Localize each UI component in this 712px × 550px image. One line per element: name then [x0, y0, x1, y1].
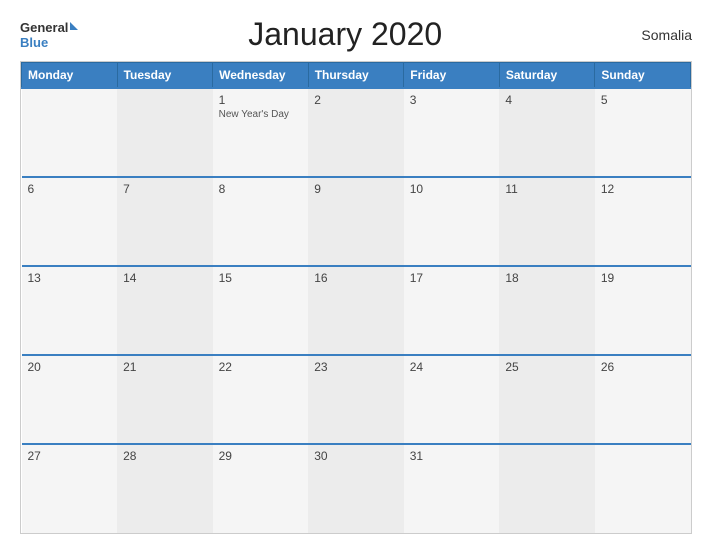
day-number: 25 [505, 360, 589, 374]
calendar-grid: Monday Tuesday Wednesday Thursday Friday… [20, 61, 692, 534]
day-number: 22 [219, 360, 303, 374]
day-cell-w4-d4: 23 [308, 355, 404, 444]
week-row-3: 13 14 15 16 17 18 19 [22, 266, 691, 355]
day-number: 11 [505, 182, 589, 196]
day-cell-w5-d2: 28 [117, 444, 213, 533]
day-cell-w4-d1: 20 [22, 355, 118, 444]
day-cell-w1-d3: 1 New Year's Day [213, 88, 309, 177]
day-cell-w1-d6: 4 [499, 88, 595, 177]
day-cell-w1-d1 [22, 88, 118, 177]
day-cell-w5-d4: 30 [308, 444, 404, 533]
day-number: 29 [219, 449, 303, 463]
day-cell-w5-d6 [499, 444, 595, 533]
day-number: 23 [314, 360, 398, 374]
day-number: 30 [314, 449, 398, 463]
day-number: 26 [601, 360, 685, 374]
day-cell-w3-d7: 19 [595, 266, 691, 355]
day-cell-w1-d4: 2 [308, 88, 404, 177]
day-cell-w3-d6: 18 [499, 266, 595, 355]
day-number: 5 [601, 93, 685, 107]
logo-line: General [20, 20, 78, 35]
day-cell-w4-d6: 25 [499, 355, 595, 444]
day-number: 4 [505, 93, 589, 107]
day-number: 13 [28, 271, 112, 285]
day-number: 20 [28, 360, 112, 374]
calendar-body: 1New Year's Day2345678910111213141516171… [22, 88, 691, 533]
day-number: 3 [410, 93, 494, 107]
header-saturday: Saturday [499, 63, 595, 89]
day-number: 1 [219, 93, 303, 107]
day-cell-w4-d5: 24 [404, 355, 500, 444]
day-number: 31 [410, 449, 494, 463]
country-label: Somalia [612, 27, 692, 43]
day-cell-w5-d3: 29 [213, 444, 309, 533]
day-cell-w3-d5: 17 [404, 266, 500, 355]
week-row-5: 27 28 29 30 31 [22, 444, 691, 533]
day-cell-w2-d3: 8 [213, 177, 309, 266]
week-row-4: 20 21 22 23 24 25 26 [22, 355, 691, 444]
day-event: New Year's Day [219, 109, 303, 120]
day-number: 9 [314, 182, 398, 196]
week-row-1: 1 New Year's Day 2345 [22, 88, 691, 177]
calendar-title: January 2020 [78, 16, 612, 53]
day-cell-w5-d7 [595, 444, 691, 533]
header-wednesday: Wednesday [213, 63, 309, 89]
day-cell-w2-d2: 7 [117, 177, 213, 266]
day-number: 18 [505, 271, 589, 285]
day-cell-w2-d5: 10 [404, 177, 500, 266]
day-number: 15 [219, 271, 303, 285]
day-cell-w4-d3: 22 [213, 355, 309, 444]
day-cell-w1-d5: 3 [404, 88, 500, 177]
day-number: 16 [314, 271, 398, 285]
day-number: 6 [28, 182, 112, 196]
header-friday: Friday [404, 63, 500, 89]
logo-blue-text: Blue [20, 35, 48, 50]
day-cell-w3-d1: 13 [22, 266, 118, 355]
logo: General Blue [20, 20, 78, 50]
day-number: 21 [123, 360, 207, 374]
week-row-2: 6789 10 11 12 [22, 177, 691, 266]
day-cell-w5-d5: 31 [404, 444, 500, 533]
day-cell-w2-d7: 12 [595, 177, 691, 266]
day-number: 10 [410, 182, 494, 196]
header-monday: Monday [22, 63, 118, 89]
header-sunday: Sunday [595, 63, 691, 89]
header-thursday: Thursday [308, 63, 404, 89]
day-number: 2 [314, 93, 398, 107]
day-cell-w3-d2: 14 [117, 266, 213, 355]
day-number: 19 [601, 271, 685, 285]
calendar-page: General Blue January 2020 Somalia Monday… [0, 0, 712, 550]
day-cell-w1-d2 [117, 88, 213, 177]
day-number: 12 [601, 182, 685, 196]
day-cell-w3-d3: 15 [213, 266, 309, 355]
header-tuesday: Tuesday [117, 63, 213, 89]
days-header-row: Monday Tuesday Wednesday Thursday Friday… [22, 63, 691, 89]
calendar-table: Monday Tuesday Wednesday Thursday Friday… [21, 62, 691, 533]
day-cell-w2-d4: 9 [308, 177, 404, 266]
logo-general-text: General [20, 20, 68, 35]
day-number: 7 [123, 182, 207, 196]
day-cell-w4-d7: 26 [595, 355, 691, 444]
day-cell-w1-d7: 5 [595, 88, 691, 177]
header: General Blue January 2020 Somalia [20, 16, 692, 53]
day-number: 27 [28, 449, 112, 463]
logo-triangle-icon [70, 22, 78, 30]
day-number: 28 [123, 449, 207, 463]
day-number: 14 [123, 271, 207, 285]
day-cell-w3-d4: 16 [308, 266, 404, 355]
day-cell-w5-d1: 27 [22, 444, 118, 533]
day-cell-w2-d1: 6 [22, 177, 118, 266]
day-number: 8 [219, 182, 303, 196]
day-cell-w2-d6: 11 [499, 177, 595, 266]
day-cell-w4-d2: 21 [117, 355, 213, 444]
day-number: 24 [410, 360, 494, 374]
day-number: 17 [410, 271, 494, 285]
